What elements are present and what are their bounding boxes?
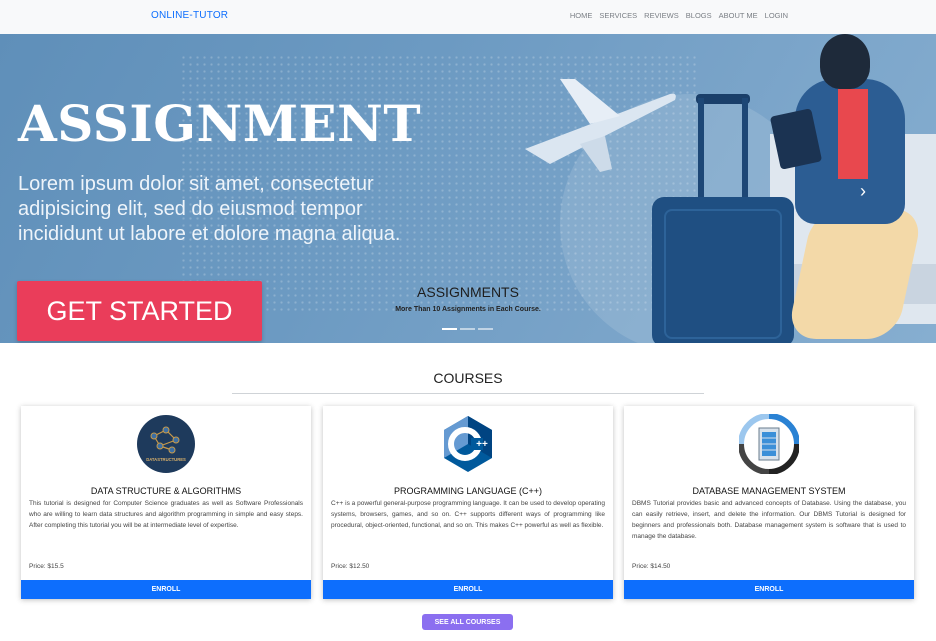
carousel-caption-subtitle: More Than 10 Assignments in Each Course. xyxy=(395,306,541,313)
carousel-indicator-3[interactable] xyxy=(478,328,493,330)
course-price: Price: $12.50 xyxy=(331,563,370,570)
course-description: This tutorial is designed for Computer S… xyxy=(29,500,303,529)
carousel-indicators xyxy=(442,328,493,330)
airplane-icon xyxy=(525,79,676,172)
suitcase-panel xyxy=(664,209,782,339)
nav-link-about-me[interactable]: ABOUT ME xyxy=(719,11,758,20)
carousel-indicator-2[interactable] xyxy=(460,328,475,330)
see-all-courses-button[interactable]: SEE ALL COURSES xyxy=(422,614,513,630)
nav-link-services[interactable]: SERVICES xyxy=(599,11,637,20)
course-description: C++ is a powerful general-purpose progra… xyxy=(331,500,605,529)
database-server-icon xyxy=(739,414,799,474)
traveler-head-illustration xyxy=(820,34,870,89)
course-description: DBMS Tutorial provides basic and advance… xyxy=(632,500,906,540)
courses-heading: COURSES xyxy=(433,370,503,386)
course-title: DATABASE MANAGEMENT SYSTEM xyxy=(692,486,846,496)
logo-text-dsa: DATASTRUCTURES xyxy=(146,457,186,462)
navbar: ONLINE-TUTOR HOME SERVICES REVIEWS BLOGS… xyxy=(0,0,936,34)
course-price: Price: $15.5 xyxy=(29,563,64,570)
enroll-button[interactable]: ENROLL xyxy=(624,580,914,599)
nav-link-reviews[interactable]: REVIEWS xyxy=(644,11,679,20)
enroll-button[interactable]: ENROLL xyxy=(323,580,613,599)
course-card-dbms: DATABASE MANAGEMENT SYSTEM DBMS Tutorial… xyxy=(624,406,914,599)
suitcase-rail-right xyxy=(742,98,748,198)
brand-link[interactable]: ONLINE-TUTOR xyxy=(151,10,228,21)
hero-carousel: ASSIGNMENT Lorem ipsum dolor sit amet, c… xyxy=(0,34,936,343)
svg-text:++: ++ xyxy=(476,439,488,450)
nav-links: HOME SERVICES REVIEWS BLOGS ABOUT ME LOG… xyxy=(570,11,788,20)
courses-divider xyxy=(232,393,704,394)
carousel-caption-title: ASSIGNMENTS xyxy=(417,284,519,300)
course-title: DATA STRUCTURE & ALGORITHMS xyxy=(90,486,242,496)
nav-link-blogs[interactable]: BLOGS xyxy=(686,11,712,20)
hero-title: ASSIGNMENT xyxy=(18,94,422,153)
carousel-indicator-1[interactable] xyxy=(442,328,457,330)
carousel-next-icon[interactable]: › xyxy=(860,181,866,202)
nav-link-home[interactable]: HOME xyxy=(570,11,593,20)
course-card-dsa: DATASTRUCTURES DATA STRUCTURE & ALGORITH… xyxy=(21,406,311,599)
enroll-button[interactable]: ENROLL xyxy=(21,580,311,599)
nav-link-login[interactable]: LOGIN xyxy=(765,11,788,20)
course-title: PROGRAMMING LANGUAGE (C++) xyxy=(393,486,543,496)
course-price: Price: $14.50 xyxy=(632,563,671,570)
cpp-logo-icon: ++ xyxy=(444,416,492,472)
course-card-cpp: ++ PROGRAMMING LANGUAGE (C++) C++ is a p… xyxy=(323,406,613,599)
data-structures-logo-icon: DATASTRUCTURES xyxy=(137,415,195,473)
suitcase-rail-left xyxy=(698,98,704,198)
traveler-shirt-illustration xyxy=(838,89,868,179)
hero-description: Lorem ipsum dolor sit amet, consectetur … xyxy=(18,173,401,245)
